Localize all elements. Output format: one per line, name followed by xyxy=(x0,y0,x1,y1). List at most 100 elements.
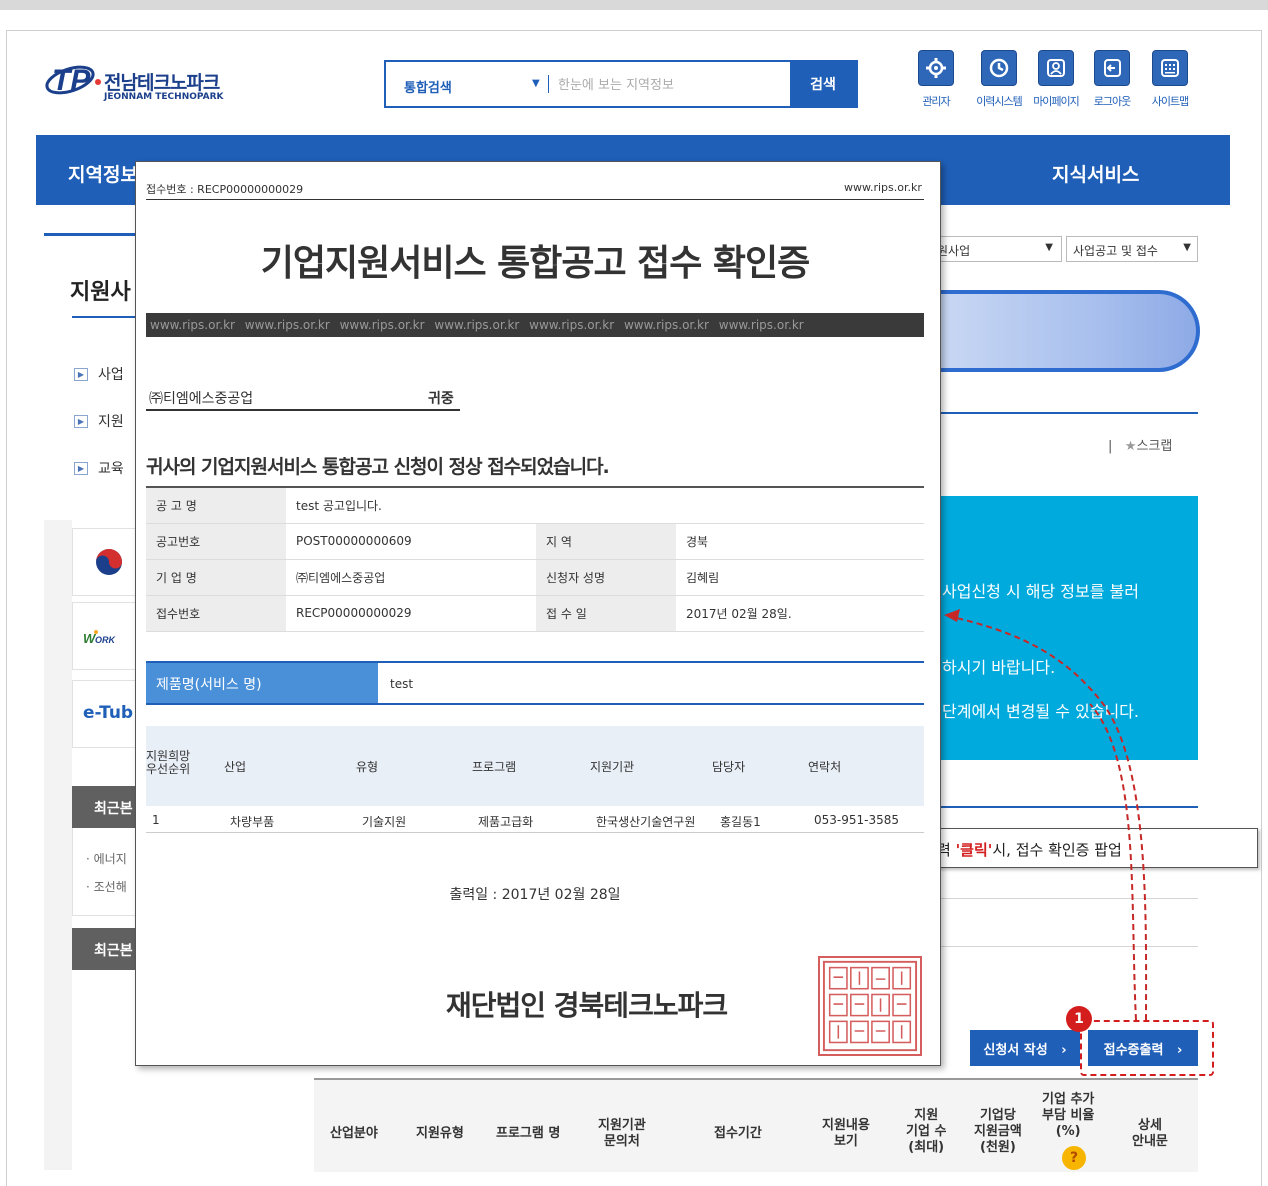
search-button[interactable]: 검색 xyxy=(790,62,856,106)
arrow-right-icon: ▶ xyxy=(74,461,88,475)
nav-item-knowledge-service[interactable]: 지식서비스 xyxy=(1052,160,1139,187)
sidebar-item-label: 사업 xyxy=(98,367,124,383)
logout-button[interactable]: 로그아웃 xyxy=(1088,50,1136,109)
sidebar-item-support[interactable]: ▶ 지원 xyxy=(74,411,124,431)
recent-item[interactable]: · 조선해 xyxy=(86,878,136,895)
row-value: 경북 xyxy=(676,523,924,560)
row-value: 김혜림 xyxy=(676,559,924,596)
row-value: 2017년 02월 28일. xyxy=(676,595,924,632)
print-date: 출력일 : 2017년 02월 28일 xyxy=(449,887,621,903)
column-header: 기업 추가 부담 비율 (%) xyxy=(1042,1092,1095,1139)
chevron-down-icon: ▼ xyxy=(1045,242,1053,253)
sitemap-button[interactable]: 사이트맵 xyxy=(1146,50,1194,109)
recent-item[interactable]: · 에너지 xyxy=(86,850,136,867)
arrow-right-icon: ▶ xyxy=(74,414,88,428)
sidebar-title-underline xyxy=(72,316,136,318)
column-header: 지원 기업 수 (최대) xyxy=(906,1108,947,1155)
table-cell: 제품고급화 xyxy=(478,815,534,829)
business-type-select[interactable]: 원사업 ▼ xyxy=(930,236,1062,262)
table-cell: 홍길동1 xyxy=(720,815,761,829)
sidebar-item-education[interactable]: ▶ 교육 xyxy=(74,458,124,478)
column-header: 유형 xyxy=(356,760,379,774)
receipt-title: 기업지원서비스 통합공고 접수 확인증 xyxy=(260,243,811,284)
select-value: 사업공고 및 접수 xyxy=(1073,244,1158,258)
column-header: 담당자 xyxy=(712,760,746,774)
logo-text[interactable]: 전남테크노파크 xyxy=(104,68,220,95)
logout-label: 로그아웃 xyxy=(1093,95,1131,108)
star-icon: ★ xyxy=(1124,439,1137,454)
history-system-label: 이력시스템 xyxy=(976,95,1023,108)
admin-button[interactable]: 관리자 xyxy=(912,50,960,109)
recipient-company: ㈜티엠에스중공업 xyxy=(149,391,254,407)
callout-text: 시, 접수 확인증 팝업 xyxy=(992,841,1122,859)
sidebar-item-business[interactable]: ▶ 사업 xyxy=(74,364,124,384)
logo-subtext: JEONNAM TECHNOPARK xyxy=(104,92,224,102)
product-bottom-rule xyxy=(146,703,924,705)
honorific: 귀중 xyxy=(428,391,454,407)
admin-label: 관리자 xyxy=(922,95,950,108)
taegeuk-logo-icon xyxy=(96,549,122,575)
column-header: 산업분야 xyxy=(330,1126,378,1141)
support-row-divider xyxy=(146,832,924,833)
content-divider xyxy=(936,806,1198,808)
sidebar-title: 지원사 xyxy=(70,280,131,305)
nav-item-regional-info[interactable]: 지역정보 xyxy=(68,160,138,187)
table-row: 공고번호 POST00000000609 지 역 경북 xyxy=(146,523,924,560)
column-header: 지원기관 xyxy=(590,760,635,774)
column-header: 지원내용 보기 xyxy=(822,1118,870,1149)
callout-emphasis: '클릭' xyxy=(955,841,993,859)
mypage-label: 마이페이지 xyxy=(1033,95,1080,108)
help-icon[interactable]: ? xyxy=(1062,1146,1086,1170)
row-label: 신청자 성명 xyxy=(536,559,676,596)
table-cell: 차량부품 xyxy=(230,815,275,829)
button-label: 신청서 작성 xyxy=(983,1042,1048,1058)
banner-etube[interactable]: e-Tub xyxy=(72,680,136,748)
search-divider xyxy=(548,75,549,93)
recipient-underline xyxy=(146,409,460,411)
logout-icon xyxy=(1094,50,1130,86)
watermark-band: www.rips.or.kr www.rips.or.kr www.rips.o… xyxy=(146,313,924,337)
sitemap-label: 사이트맵 xyxy=(1151,95,1189,108)
chevron-down-icon[interactable]: ▼ xyxy=(532,78,540,89)
search-scope-select[interactable]: 통합검색 xyxy=(404,77,452,96)
window-top-strip xyxy=(0,0,1268,10)
sitemap-icon xyxy=(1152,50,1188,86)
banner-government[interactable] xyxy=(72,528,136,596)
mypage-button[interactable]: 마이페이지 xyxy=(1032,50,1080,109)
notice-select[interactable]: 사업공고 및 접수 ▼ xyxy=(1066,236,1198,262)
etube-logo-text: e-Tub xyxy=(83,703,134,723)
content-divider xyxy=(936,412,1198,414)
sidebar-top-accent xyxy=(44,233,136,236)
table-row: 접수번호 RECP00000000029 접 수 일 2017년 02월 28일… xyxy=(146,595,924,632)
scrap-button[interactable]: | ★스크랩 xyxy=(1108,435,1172,454)
product-label: 제품명(서비스 명) xyxy=(146,663,378,703)
info-text-line: 단계에서 변경될 수 있습니다. xyxy=(942,702,1139,721)
recent-viewed-header-2: 최근본 xyxy=(72,928,136,970)
row-label: 공고번호 xyxy=(146,523,286,560)
scrap-label: 스크랩 xyxy=(1136,439,1173,454)
popup-divider xyxy=(146,199,924,200)
chevron-down-icon: ▼ xyxy=(1183,242,1191,253)
column-header: 프로그램 명 xyxy=(496,1126,561,1141)
banner-worknet[interactable]: W ORK xyxy=(72,602,136,670)
row-value: test 공고입니다. xyxy=(286,486,924,524)
content-divider xyxy=(936,946,1198,947)
arrow-right-icon: ▶ xyxy=(74,367,88,381)
highlight-marker xyxy=(1080,1020,1214,1076)
product-value: test xyxy=(390,677,414,691)
row-label: 지 역 xyxy=(536,523,676,560)
instruction-callout: 력 '클릭'시, 접수 확인증 팝업 xyxy=(936,828,1258,868)
history-system-button[interactable]: 이력시스템 xyxy=(975,50,1023,109)
row-label: 접 수 일 xyxy=(536,595,676,632)
svg-text:ORK: ORK xyxy=(95,635,117,645)
row-value: ㈜티엠에스중공업 xyxy=(286,559,536,596)
logo-icon[interactable]: TP xyxy=(44,60,102,96)
row-value: RECP00000000029 xyxy=(286,595,536,632)
write-application-button[interactable]: 신청서 작성 › xyxy=(970,1030,1080,1066)
sidebar-background xyxy=(44,520,72,1170)
row-label: 기 업 명 xyxy=(146,559,286,596)
gear-icon xyxy=(918,50,954,86)
svg-text:TP: TP xyxy=(52,64,91,96)
search-input[interactable] xyxy=(558,72,778,98)
content-divider xyxy=(936,898,1198,899)
